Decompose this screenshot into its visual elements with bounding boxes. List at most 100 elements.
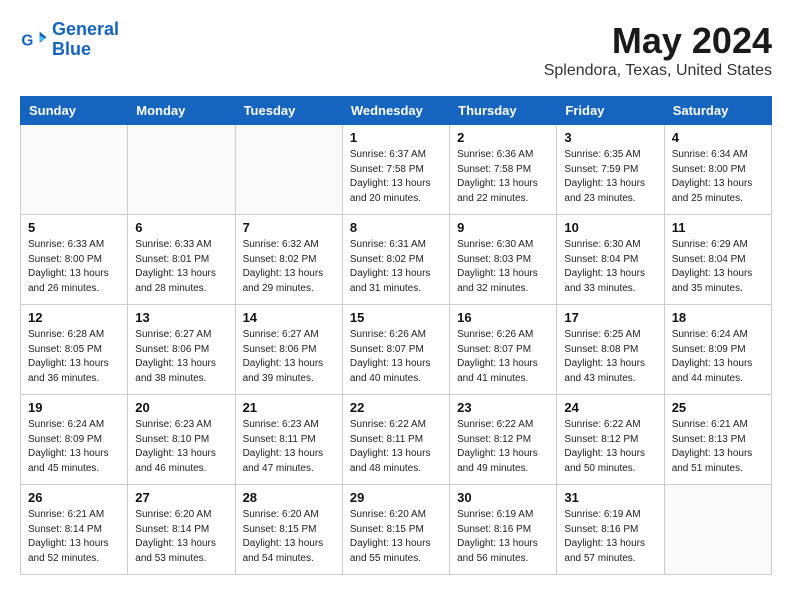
weekday-header-thursday: Thursday — [450, 97, 557, 125]
weekday-header-saturday: Saturday — [664, 97, 771, 125]
calendar-week-2: 5 Sunrise: 6:33 AMSunset: 8:00 PMDaylight… — [21, 215, 772, 305]
calendar-cell: 1Sunrise: 6:37 AMSunset: 7:58 PMDaylight… — [342, 125, 449, 215]
day-number: 7 — [243, 220, 335, 235]
day-info: Sunrise: 6:20 AMSunset: 8:15 PMDaylight:… — [350, 508, 442, 566]
day-number: 17 — [564, 310, 656, 325]
day-number: 31 — [564, 490, 656, 505]
day-number: 5 — [28, 220, 120, 235]
day-number: 9 — [457, 220, 549, 235]
calendar-cell: 20 Sunrise: 6:23 AMSunset: 8:10 PMDayligh… — [128, 395, 235, 485]
day-number: 14 — [243, 310, 335, 325]
calendar-cell: 16Sunrise: 6:26 AMSunset: 8:07 PMDayligh… — [450, 305, 557, 395]
day-number: 20 — [135, 400, 227, 415]
logo-text: General Blue — [52, 20, 119, 60]
weekday-header-sunday: Sunday — [21, 97, 128, 125]
day-info: Sunrise: 6:36 AMSunset: 7:58 PMDaylight:… — [457, 148, 549, 206]
calendar-cell: 27 Sunrise: 6:20 AMSunset: 8:14 PMDayligh… — [128, 485, 235, 575]
weekday-header-wednesday: Wednesday — [342, 97, 449, 125]
calendar-cell: 10 Sunrise: 6:30 AMSunset: 8:04 PMDayligh… — [557, 215, 664, 305]
day-info: Sunrise: 6:20 AMSunset: 8:15 PMDaylight:… — [243, 508, 335, 566]
calendar-cell: 28 Sunrise: 6:20 AMSunset: 8:15 PMDayligh… — [235, 485, 342, 575]
calendar-cell: 3Sunrise: 6:35 AMSunset: 7:59 PMDaylight… — [557, 125, 664, 215]
day-info: Sunrise: 6:21 AMSunset: 8:13 PMDaylight:… — [672, 418, 764, 476]
day-number: 18 — [672, 310, 764, 325]
day-number: 30 — [457, 490, 549, 505]
day-info: Sunrise: 6:25 AMSunset: 8:08 PMDaylight:… — [564, 328, 656, 386]
day-number: 19 — [28, 400, 120, 415]
calendar-cell: 29 Sunrise: 6:20 AMSunset: 8:15 PMDayligh… — [342, 485, 449, 575]
calendar-week-3: 12 Sunrise: 6:28 AMSunset: 8:05 PMDayligh… — [21, 305, 772, 395]
day-info: Sunrise: 6:28 AMSunset: 8:05 PMDaylight:… — [28, 328, 120, 386]
logo-line2: Blue — [52, 39, 91, 59]
calendar-cell: 13Sunrise: 6:27 AMSunset: 8:06 PMDayligh… — [128, 305, 235, 395]
day-info: Sunrise: 6:34 AMSunset: 8:00 PMDaylight:… — [672, 148, 764, 206]
day-info: Sunrise: 6:20 AMSunset: 8:14 PMDaylight:… — [135, 508, 227, 566]
logo-icon: G — [20, 26, 48, 54]
day-info: Sunrise: 6:26 AMSunset: 8:07 PMDaylight:… — [350, 328, 442, 386]
logo-line1: General — [52, 19, 119, 39]
calendar-cell: 26Sunrise: 6:21 AMSunset: 8:14 PMDayligh… — [21, 485, 128, 575]
calendar-cell: 14 Sunrise: 6:27 AMSunset: 8:06 PMDayligh… — [235, 305, 342, 395]
day-number: 22 — [350, 400, 442, 415]
weekday-header-tuesday: Tuesday — [235, 97, 342, 125]
logo: G General Blue — [20, 20, 119, 60]
subtitle: Splendora, Texas, United States — [544, 62, 772, 80]
day-number: 29 — [350, 490, 442, 505]
day-info: Sunrise: 6:23 AMSunset: 8:10 PMDaylight:… — [135, 418, 227, 476]
day-number: 13 — [135, 310, 227, 325]
day-number: 28 — [243, 490, 335, 505]
calendar-cell: 9 Sunrise: 6:30 AMSunset: 8:03 PMDaylight… — [450, 215, 557, 305]
day-info: Sunrise: 6:35 AMSunset: 7:59 PMDaylight:… — [564, 148, 656, 206]
day-info: Sunrise: 6:30 AMSunset: 8:03 PMDaylight:… — [457, 238, 549, 296]
day-info: Sunrise: 6:29 AMSunset: 8:04 PMDaylight:… — [672, 238, 764, 296]
calendar-table: SundayMondayTuesdayWednesdayThursdayFrid… — [20, 96, 772, 575]
main-title: May 2024 — [544, 20, 772, 62]
calendar-cell: 23 Sunrise: 6:22 AMSunset: 8:12 PMDayligh… — [450, 395, 557, 485]
svg-text:G: G — [21, 32, 33, 49]
page-header: G General Blue May 2024 Splendora, Texas… — [20, 20, 772, 80]
day-info: Sunrise: 6:22 AMSunset: 8:11 PMDaylight:… — [350, 418, 442, 476]
day-info: Sunrise: 6:27 AMSunset: 8:06 PMDaylight:… — [243, 328, 335, 386]
day-number: 21 — [243, 400, 335, 415]
calendar-cell — [235, 125, 342, 215]
day-info: Sunrise: 6:19 AMSunset: 8:16 PMDaylight:… — [564, 508, 656, 566]
calendar-cell: 30 Sunrise: 6:19 AMSunset: 8:16 PMDayligh… — [450, 485, 557, 575]
calendar-cell: 12 Sunrise: 6:28 AMSunset: 8:05 PMDayligh… — [21, 305, 128, 395]
day-info: Sunrise: 6:21 AMSunset: 8:14 PMDaylight:… — [28, 508, 120, 566]
calendar-cell: 4 Sunrise: 6:34 AMSunset: 8:00 PMDaylight… — [664, 125, 771, 215]
day-number: 24 — [564, 400, 656, 415]
day-info: Sunrise: 6:33 AMSunset: 8:00 PMDaylight:… — [28, 238, 120, 296]
title-block: May 2024 Splendora, Texas, United States — [544, 20, 772, 80]
day-number: 4 — [672, 130, 764, 145]
weekday-header-monday: Monday — [128, 97, 235, 125]
day-number: 10 — [564, 220, 656, 235]
calendar-week-4: 19 Sunrise: 6:24 AMSunset: 8:09 PMDayligh… — [21, 395, 772, 485]
day-info: Sunrise: 6:23 AMSunset: 8:11 PMDaylight:… — [243, 418, 335, 476]
day-number: 16 — [457, 310, 549, 325]
calendar-cell: 6Sunrise: 6:33 AMSunset: 8:01 PMDaylight… — [128, 215, 235, 305]
day-info: Sunrise: 6:22 AMSunset: 8:12 PMDaylight:… — [457, 418, 549, 476]
day-info: Sunrise: 6:19 AMSunset: 8:16 PMDaylight:… — [457, 508, 549, 566]
day-info: Sunrise: 6:22 AMSunset: 8:12 PMDaylight:… — [564, 418, 656, 476]
calendar-cell: 15 Sunrise: 6:26 AMSunset: 8:07 PMDayligh… — [342, 305, 449, 395]
weekday-header-friday: Friday — [557, 97, 664, 125]
calendar-cell: 19 Sunrise: 6:24 AMSunset: 8:09 PMDayligh… — [21, 395, 128, 485]
day-number: 25 — [672, 400, 764, 415]
day-info: Sunrise: 6:24 AMSunset: 8:09 PMDaylight:… — [28, 418, 120, 476]
calendar-cell: 31 Sunrise: 6:19 AMSunset: 8:16 PMDayligh… — [557, 485, 664, 575]
day-number: 23 — [457, 400, 549, 415]
day-number: 27 — [135, 490, 227, 505]
calendar-cell: 25 Sunrise: 6:21 AMSunset: 8:13 PMDayligh… — [664, 395, 771, 485]
calendar-cell: 11Sunrise: 6:29 AMSunset: 8:04 PMDayligh… — [664, 215, 771, 305]
day-info: Sunrise: 6:30 AMSunset: 8:04 PMDaylight:… — [564, 238, 656, 296]
day-info: Sunrise: 6:24 AMSunset: 8:09 PMDaylight:… — [672, 328, 764, 386]
day-number: 15 — [350, 310, 442, 325]
calendar-cell: 2 Sunrise: 6:36 AMSunset: 7:58 PMDaylight… — [450, 125, 557, 215]
calendar-cell: 5 Sunrise: 6:33 AMSunset: 8:00 PMDaylight… — [21, 215, 128, 305]
day-number: 2 — [457, 130, 549, 145]
day-number: 6 — [135, 220, 227, 235]
day-number: 12 — [28, 310, 120, 325]
calendar-week-5: 26Sunrise: 6:21 AMSunset: 8:14 PMDayligh… — [21, 485, 772, 575]
day-info: Sunrise: 6:31 AMSunset: 8:02 PMDaylight:… — [350, 238, 442, 296]
calendar-cell: 24 Sunrise: 6:22 AMSunset: 8:12 PMDayligh… — [557, 395, 664, 485]
